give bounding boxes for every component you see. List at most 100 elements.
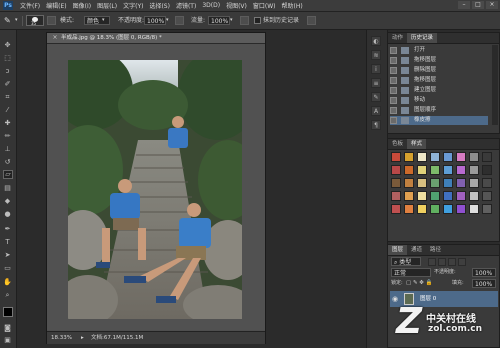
crop-tool-icon[interactable]: ⌗ [3,94,12,101]
move-tool-icon[interactable]: ✥ [3,42,12,49]
style-swatch[interactable] [443,178,453,188]
fill-field[interactable]: 100% [472,279,496,288]
close-button[interactable]: × [486,1,498,9]
blend-mode-select[interactable]: 正常 [391,268,431,277]
style-swatch[interactable] [391,152,401,162]
history-brush-tool-icon[interactable]: ↺ [3,159,12,166]
style-swatch[interactable] [456,191,466,201]
tab-swatches[interactable]: 色板 [388,139,407,149]
tab-paths[interactable]: 路径 [426,245,445,255]
brush-preset-picker[interactable]: 35 [26,15,44,26]
properties-panel-icon[interactable]: ≡ [371,78,381,88]
style-swatch[interactable] [430,204,440,214]
canvas-area[interactable] [47,44,265,330]
style-swatch[interactable] [430,191,440,201]
shape-filter-icon[interactable] [458,258,466,266]
paragraph-panel-icon[interactable]: ¶ [371,120,381,130]
lasso-tool-icon[interactable]: ↄ [3,68,12,75]
photo-canvas[interactable] [68,60,242,319]
menu-image[interactable]: 图像(I) [73,1,91,10]
style-swatch[interactable] [482,178,492,188]
style-swatch[interactable] [482,191,492,201]
style-swatch[interactable] [469,152,479,162]
style-swatch[interactable] [430,152,440,162]
style-swatch[interactable] [456,204,466,214]
style-swatch[interactable] [443,152,453,162]
tab-history[interactable]: 历史记录 [407,33,438,43]
airbrush-icon[interactable] [240,16,249,25]
style-swatch[interactable] [404,178,414,188]
path-selection-tool-icon[interactable]: ➤ [3,252,12,259]
style-swatch[interactable] [404,204,414,214]
history-state[interactable]: 图层顺序 [390,106,488,115]
style-swatch[interactable] [417,165,427,175]
flow-chevron-icon[interactable]: ▾ [230,15,233,26]
marquee-tool-icon[interactable]: ⬚ [3,55,12,62]
blur-tool-icon[interactable]: ◆ [3,198,12,205]
adjustment-filter-icon[interactable] [438,258,446,266]
eraser-tool-icon[interactable]: ✎ [4,16,13,25]
mode-select-chevron-icon[interactable]: ▾ [102,15,105,26]
style-swatch[interactable] [469,165,479,175]
gradient-tool-icon[interactable]: ▤ [3,185,12,192]
shape-tool-icon[interactable]: ▭ [3,265,12,272]
style-swatch[interactable] [469,191,479,201]
style-swatch[interactable] [482,165,492,175]
menu-select[interactable]: 选择(S) [149,1,170,10]
style-swatch[interactable] [430,178,440,188]
dodge-tool-icon[interactable]: ● [3,211,12,218]
menu-3d[interactable]: 3D(D) [202,2,220,9]
layer-kind-filter[interactable]: ⌕ 类型 [391,257,421,266]
history-state-selected[interactable]: 橡皮擦 [390,116,488,125]
flow-field[interactable]: 100% [208,16,230,25]
menu-type[interactable]: 文字(Y) [123,1,143,10]
minimize-button[interactable]: – [458,1,470,9]
style-swatch[interactable] [443,191,453,201]
history-state-checkbox[interactable] [390,117,397,124]
pressure-opacity-icon[interactable] [175,16,184,25]
style-swatch[interactable] [417,178,427,188]
style-swatch[interactable] [456,178,466,188]
history-state[interactable]: 移动 [390,96,488,105]
adjustments-panel-icon[interactable]: ≋ [371,50,381,60]
type-filter-icon[interactable] [448,258,456,266]
style-swatch[interactable] [404,165,414,175]
history-state[interactable]: 打开 [390,46,488,55]
menu-window[interactable]: 窗口(W) [253,1,276,10]
style-swatch[interactable] [404,191,414,201]
style-swatch[interactable] [430,165,440,175]
lock-icons[interactable]: ▢ ✎ ✥ 🔒 [406,278,433,289]
type-tool-icon[interactable]: T [3,239,12,246]
style-swatch[interactable] [417,204,427,214]
hand-tool-icon[interactable]: ✋ [3,279,12,286]
style-swatch[interactable] [391,191,401,201]
history-state-checkbox[interactable] [390,67,397,74]
history-state-checkbox[interactable] [390,57,397,64]
zoom-tool-icon[interactable]: ⌕ [3,292,12,299]
menu-filter[interactable]: 滤镜(T) [176,1,196,10]
style-swatch[interactable] [391,204,401,214]
menu-help[interactable]: 帮助(H) [282,1,303,10]
style-swatch[interactable] [391,165,401,175]
tab-channels[interactable]: 通道 [407,245,426,255]
layers-opacity-field[interactable]: 100% [472,268,496,277]
document-tab[interactable]: × 半成品.jpg @ 18.3% (图层 0, RGB/8) * [47,33,265,44]
history-state-checkbox[interactable] [390,77,397,84]
quick-mask-icon[interactable]: ◙ [3,325,12,332]
menu-layer[interactable]: 图层(L) [97,1,117,10]
style-swatch[interactable] [417,152,427,162]
character-panel-icon[interactable]: A [371,106,381,116]
style-swatch[interactable] [443,204,453,214]
tab-styles[interactable]: 样式 [407,139,427,149]
erase-to-history-checkbox[interactable] [254,17,261,24]
healing-brush-tool-icon[interactable]: ✚ [3,120,12,127]
quick-selection-tool-icon[interactable]: ✐ [3,81,12,88]
history-state[interactable]: 拖移图层 [390,76,488,85]
history-scrollbar[interactable] [492,45,498,125]
pen-tool-icon[interactable]: ✒ [3,226,12,233]
foreground-color-swatch[interactable] [3,307,13,317]
mode-select[interactable]: 颜色 [84,16,110,25]
zoom-level[interactable]: 18.33% [51,332,72,344]
style-swatch[interactable] [456,165,466,175]
brush-panel-icon[interactable]: ✎ [371,92,381,102]
